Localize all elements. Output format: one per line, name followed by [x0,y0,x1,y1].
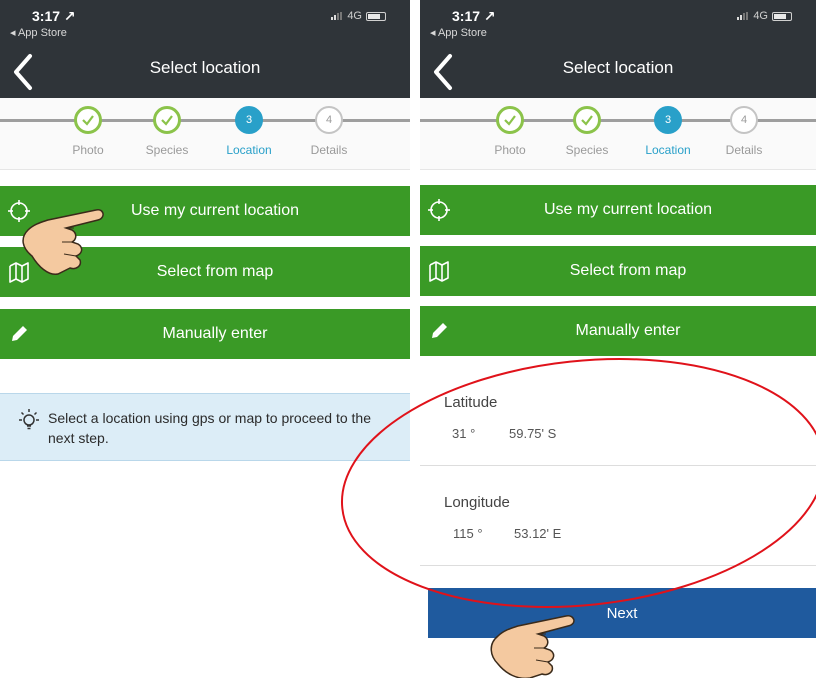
step-species[interactable]: Species [127,106,207,157]
latitude-minutes: 59.75' S [509,426,557,441]
longitude-label: Longitude [444,494,510,511]
network-type: 4G [753,10,768,22]
status-back-app-link[interactable]: ◂ App Store [10,26,67,39]
crosshair-icon [8,200,30,222]
button-label: Next [606,604,638,622]
use-current-location-button[interactable]: Use my current location [420,185,816,235]
latitude-label: Latitude [444,394,498,411]
step-photo[interactable]: Photo [48,106,128,157]
step-label: Photo [494,143,526,157]
page-title: Select location [149,58,261,77]
next-button[interactable]: Next [428,588,816,638]
app-header: 3:17 ↗ ◂ App Store 4G Select location [420,0,816,98]
checkmark-icon [573,106,601,134]
step-label: Species [565,143,609,157]
status-back-app-link[interactable]: ◂ App Store [430,26,487,39]
network-type: 4G [347,10,362,22]
battery-icon [366,11,386,21]
use-current-location-button[interactable]: Use my current location [0,186,410,236]
step-number: 3 [654,106,682,134]
checkmark-icon [496,106,524,134]
step-label: Photo [72,143,104,157]
map-icon [429,261,449,282]
progress-stepper: Photo Species 3 Location 4 Details [0,98,410,170]
step-label: Location [645,143,691,157]
button-label: Manually enter [575,322,681,339]
step-photo[interactable]: Photo [470,106,550,157]
pencil-icon [432,323,447,338]
button-label: Select from map [156,263,274,280]
app-header: 3:17 ↗ ◂ App Store 4G Select location [0,0,410,98]
step-label: Details [725,143,763,157]
step-details[interactable]: 4 Details [704,106,784,157]
status-indicators: 4G [331,10,386,22]
status-time: 3:17 ↗ [452,8,496,24]
step-species[interactable]: Species [547,106,627,157]
step-label: Species [145,143,189,157]
battery-icon [772,11,792,21]
step-number: 4 [730,106,758,134]
step-location[interactable]: 3 Location [628,106,708,157]
step-label: Location [226,143,272,157]
signal-icon [331,12,343,20]
longitude-degrees: 115 ° [453,526,483,541]
pencil-icon [12,326,27,341]
manually-enter-button[interactable]: Manually enter [420,306,816,356]
step-number: 4 [315,106,343,134]
checkmark-icon [74,106,102,134]
status-time: 3:17 ↗ [32,8,76,24]
checkmark-icon [153,106,181,134]
step-number: 3 [235,106,263,134]
longitude-minutes: 53.12' E [514,526,562,541]
signal-icon [737,12,749,20]
lightbulb-icon [19,409,39,430]
progress-stepper: Photo Species 3 Location 4 Details [420,98,816,170]
latitude-panel[interactable]: Latitude 31 ° 59.75' S [420,366,816,466]
step-label: Details [310,143,348,157]
button-label: Use my current location [543,201,713,218]
hint-message: Select a location using gps or map to pr… [0,393,410,461]
button-label: Use my current location [130,202,300,219]
crosshair-icon [428,199,450,221]
manually-enter-button[interactable]: Manually enter [0,309,410,359]
page-title: Select location [562,58,674,77]
hint-text: Select a location using gps or map to pr… [48,410,371,446]
phone-screen-left: 3:17 ↗ ◂ App Store 4G Select location Ph… [0,0,410,678]
status-indicators: 4G [737,10,792,22]
map-icon [9,262,29,283]
button-label: Manually enter [162,325,268,342]
select-from-map-button[interactable]: Select from map [420,246,816,296]
latitude-degrees: 31 ° [452,426,476,441]
select-from-map-button[interactable]: Select from map [0,247,410,297]
phone-screen-right: 3:17 ↗ ◂ App Store 4G Select location Ph… [420,0,816,678]
button-label: Select from map [569,262,687,279]
step-location[interactable]: 3 Location [209,106,289,157]
step-details[interactable]: 4 Details [289,106,369,157]
longitude-panel[interactable]: Longitude 115 ° 53.12' E [420,466,816,566]
